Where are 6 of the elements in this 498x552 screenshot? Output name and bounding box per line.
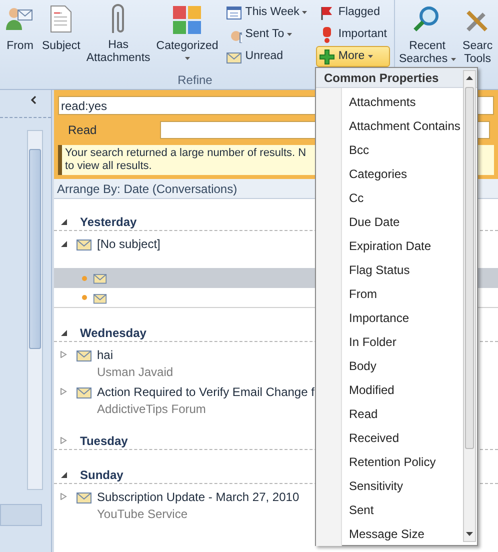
menu-header: Common Properties xyxy=(316,68,477,88)
message-sender: AddictiveTips Forum xyxy=(97,401,206,416)
group-label: Refine xyxy=(178,72,212,88)
message-sender: Usman Javaid xyxy=(97,364,174,379)
criteria-label: Read xyxy=(67,122,98,139)
message-sender: YouTube Service xyxy=(97,506,188,521)
